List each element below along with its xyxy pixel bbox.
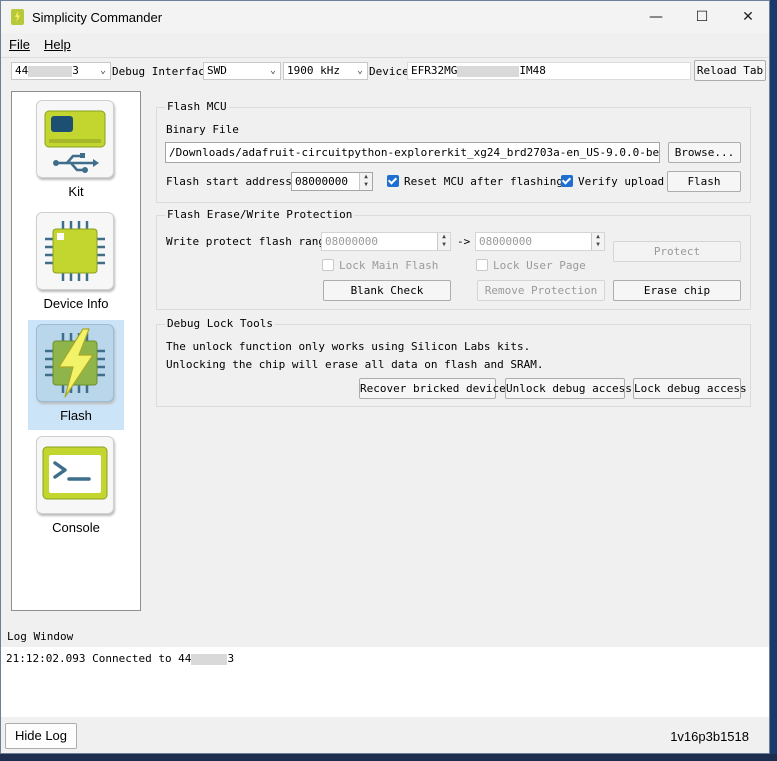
- range-arrow: ->: [457, 235, 471, 248]
- flash-mcu-title: Flash MCU: [165, 100, 229, 113]
- range-end-spinbox[interactable]: 08000000 ▲ ▼: [475, 232, 605, 251]
- sidebar-item-label: Console: [52, 520, 100, 535]
- chevron-down-icon: ⌄: [356, 65, 363, 76]
- app-window: Simplicity Commander — ☐ ✕ File Help 44 3…: [0, 0, 770, 754]
- app-logo-icon: [11, 9, 24, 25]
- protect-button[interactable]: Protect: [613, 241, 741, 262]
- flash-button[interactable]: Flash: [667, 171, 741, 192]
- device-prefix: EFR32MG: [411, 64, 458, 77]
- version-label: 1v16p3b1518: [670, 729, 749, 744]
- log-line-suffix: 3: [227, 652, 235, 665]
- sidebar-item-label: Flash: [60, 408, 92, 423]
- hide-log-button[interactable]: Hide Log: [5, 723, 77, 749]
- redacted-block: [28, 65, 73, 77]
- lock-debug-button[interactable]: Lock debug access: [633, 378, 747, 399]
- sidebar: Kit Device Info Flash Console: [11, 91, 141, 611]
- lock-main-flash-label: Lock Main Flash: [339, 259, 439, 272]
- device-info-tile: [36, 212, 114, 290]
- speed-value: 1900 kHz: [287, 64, 340, 77]
- reload-tab-button[interactable]: Reload Tab: [694, 60, 766, 81]
- start-address-value: 08000000: [295, 175, 348, 188]
- adapter-suffix: 3: [72, 64, 79, 77]
- log-line: 21:12:02.093 Connected to 44 3: [6, 652, 234, 665]
- lock-user-page-checkbox[interactable]: [476, 259, 488, 271]
- adapter-prefix: 44: [15, 64, 29, 77]
- range-start-spinbox[interactable]: 08000000 ▲ ▼: [321, 232, 451, 251]
- sidebar-item-kit[interactable]: Kit: [28, 96, 124, 206]
- reset-mcu-label: Reset MCU after flashing: [404, 175, 563, 188]
- log-window-title: Log Window: [7, 630, 74, 643]
- terminal-icon: [42, 446, 108, 500]
- usb-kit-icon: [44, 110, 106, 173]
- menu-help-label: Help: [44, 37, 71, 52]
- device-label: Device: [369, 65, 409, 78]
- maximize-button[interactable]: ☐: [679, 1, 725, 33]
- toolbar: 44 3 ⌄ Debug Interface SWD ⌄ 1900 kHz ⌄ D…: [1, 57, 769, 84]
- flash-tile: [36, 324, 114, 402]
- chevron-down-icon: ⌄: [99, 65, 106, 76]
- range-end-value: 08000000: [479, 235, 532, 248]
- adapter-select[interactable]: 44 3 ⌄: [11, 62, 111, 80]
- write-protect-range-label: Write protect flash range: [166, 235, 332, 248]
- console-tile: [36, 436, 114, 514]
- sidebar-item-label: Kit: [68, 184, 84, 199]
- recover-device-button[interactable]: Recover bricked device: [359, 378, 506, 399]
- redacted-block: [457, 65, 520, 77]
- blank-check-button[interactable]: Blank Check: [323, 280, 451, 301]
- start-address-spinbox[interactable]: 08000000 ▲ ▼: [291, 172, 373, 191]
- sidebar-item-label: Device Info: [43, 296, 109, 311]
- debug-lock-note-2: Unlocking the chip will erase all data o…: [166, 358, 544, 371]
- debug-lock-note-1: The unlock function only works using Sil…: [166, 340, 531, 353]
- start-address-label: Flash start address:: [166, 175, 299, 188]
- debug-interface-select[interactable]: SWD ⌄: [203, 62, 281, 80]
- verify-upload-checkbox[interactable]: [561, 175, 573, 187]
- sidebar-item-console[interactable]: Console: [28, 432, 124, 542]
- lock-main-flash-checkbox[interactable]: [322, 259, 334, 271]
- chevron-down-icon: ⌄: [269, 65, 276, 76]
- title-bar: Simplicity Commander — ☐ ✕: [1, 1, 769, 33]
- unlock-debug-button[interactable]: Unlock debug access: [505, 378, 632, 399]
- minimize-button[interactable]: —: [633, 1, 679, 33]
- menu-file-label: File: [9, 37, 30, 52]
- protection-title: Flash Erase/Write Protection: [165, 208, 355, 221]
- spin-arrows-icon[interactable]: ▲ ▼: [591, 233, 604, 250]
- flash-chip-icon: [45, 328, 105, 398]
- remove-protection-button[interactable]: Remove Protection: [477, 280, 605, 301]
- spin-arrows-icon[interactable]: ▲ ▼: [359, 173, 372, 190]
- menu-file[interactable]: File: [9, 37, 30, 52]
- chip-icon: [45, 221, 105, 281]
- spin-arrows-icon[interactable]: ▲ ▼: [437, 233, 450, 250]
- reset-mcu-checkbox[interactable]: [387, 175, 399, 187]
- lock-user-page-label: Lock User Page: [493, 259, 586, 272]
- menu-help[interactable]: Help: [44, 37, 71, 52]
- device-field: EFR32MG IM48: [407, 62, 691, 80]
- sidebar-item-flash[interactable]: Flash: [28, 320, 124, 430]
- speed-select[interactable]: 1900 kHz ⌄: [283, 62, 368, 80]
- status-bar: Hide Log 1v16p3b1518: [1, 717, 769, 753]
- taskbar-strip: [0, 754, 777, 761]
- erase-chip-button[interactable]: Erase chip: [613, 280, 741, 301]
- close-button[interactable]: ✕: [725, 1, 769, 33]
- sidebar-item-device-info[interactable]: Device Info: [28, 208, 124, 318]
- debug-lock-title: Debug Lock Tools: [165, 317, 275, 330]
- binary-file-input[interactable]: /Downloads/adafruit-circuitpython-explor…: [165, 142, 660, 163]
- device-suffix: IM48: [519, 64, 546, 77]
- log-window[interactable]: 21:12:02.093 Connected to 44 3: [1, 647, 769, 717]
- kit-tile: [36, 100, 114, 178]
- window-title: Simplicity Commander: [32, 10, 163, 25]
- range-start-value: 08000000: [325, 235, 378, 248]
- verify-upload-label: Verify upload: [578, 175, 665, 188]
- browse-button[interactable]: Browse...: [668, 142, 741, 163]
- log-line-prefix: 21:12:02.093 Connected to 44: [6, 652, 192, 665]
- debug-interface-label: Debug Interface: [112, 65, 212, 78]
- binary-file-label: Binary File: [166, 123, 239, 136]
- menu-bar: File Help: [1, 33, 769, 55]
- redacted-block: [191, 653, 228, 665]
- debug-interface-value: SWD: [207, 64, 227, 77]
